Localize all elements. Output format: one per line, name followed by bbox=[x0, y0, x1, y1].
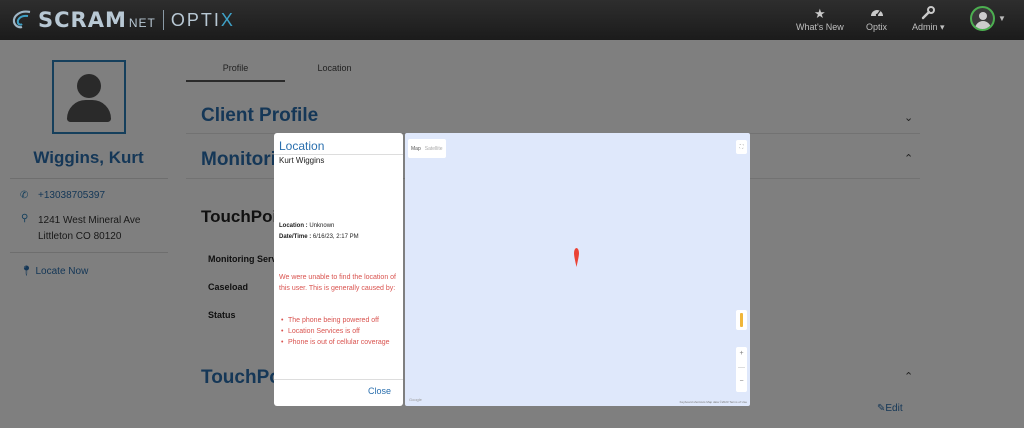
map-attribution[interactable]: Keyboard shortcuts Map data ©2023 Terms … bbox=[680, 400, 747, 404]
dialog-client-name: Kurt Wiggins bbox=[279, 156, 325, 165]
nav-optix-label: Optix bbox=[866, 22, 888, 32]
divider bbox=[274, 379, 403, 380]
location-dialog: Location Kurt Wiggins Location : Unknown… bbox=[274, 133, 403, 406]
list-item: Location Services is off bbox=[279, 326, 400, 337]
close-button[interactable]: Close bbox=[368, 386, 391, 396]
location-error-message: We were unable to find the location of t… bbox=[279, 274, 397, 292]
top-nav-bar: SCRAM NET OPTIX ★ What's New Optix Admin… bbox=[0, 0, 1024, 40]
logo-scram-text: SCRAM bbox=[38, 8, 127, 32]
nav-admin-label: Admin ▾ bbox=[912, 22, 945, 32]
zoom-in-button[interactable]: + bbox=[736, 347, 747, 357]
avatar bbox=[970, 6, 995, 31]
wrench-icon bbox=[912, 6, 945, 22]
logo-separator bbox=[162, 10, 164, 30]
nav-whats-new-label: What's New bbox=[796, 22, 844, 32]
list-item: Phone is out of cellular coverage bbox=[279, 337, 400, 348]
nav-admin[interactable]: Admin ▾ bbox=[912, 6, 945, 33]
map-type-control[interactable]: Map Satellite bbox=[408, 139, 446, 158]
map-marker-icon[interactable] bbox=[574, 248, 579, 267]
google-logo: Google bbox=[409, 397, 422, 402]
zoom-control: + − bbox=[736, 347, 747, 392]
zoom-out-button[interactable]: − bbox=[736, 378, 747, 385]
dialog-title: Location bbox=[279, 139, 325, 153]
street-view-pegman-icon[interactable] bbox=[736, 310, 747, 330]
location-map[interactable]: Map Satellite ⛶ + − Google Keyboard shor… bbox=[405, 133, 750, 406]
nav-optix[interactable]: Optix bbox=[866, 6, 887, 32]
star-icon: ★ bbox=[814, 6, 826, 21]
nav-whats-new[interactable]: ★ What's New bbox=[796, 6, 844, 32]
map-type-satellite[interactable]: Satellite bbox=[425, 146, 443, 152]
dashboard-icon bbox=[866, 6, 887, 22]
error-reason-list: The phone being powered off Location Ser… bbox=[279, 315, 400, 348]
logo-net-text: NET bbox=[128, 16, 156, 30]
chevron-down-icon: ▾ bbox=[940, 22, 945, 32]
fullscreen-icon[interactable]: ⛶ bbox=[736, 140, 747, 154]
divider bbox=[274, 154, 403, 155]
scramnet-optix-logo[interactable]: SCRAM NET OPTIX bbox=[10, 6, 235, 34]
location-datetime: Date/Time : 6/16/23, 2:17 PM bbox=[279, 234, 359, 240]
swirl-logo-icon bbox=[12, 10, 31, 29]
list-item: The phone being powered off bbox=[279, 315, 400, 326]
map-type-map[interactable]: Map bbox=[411, 146, 421, 152]
location-status: Location : Unknown bbox=[279, 223, 335, 229]
logo-optix-text: OPTIX bbox=[170, 9, 235, 30]
user-menu[interactable]: ▼ bbox=[970, 6, 1006, 31]
chevron-down-icon: ▼ bbox=[998, 14, 1006, 23]
